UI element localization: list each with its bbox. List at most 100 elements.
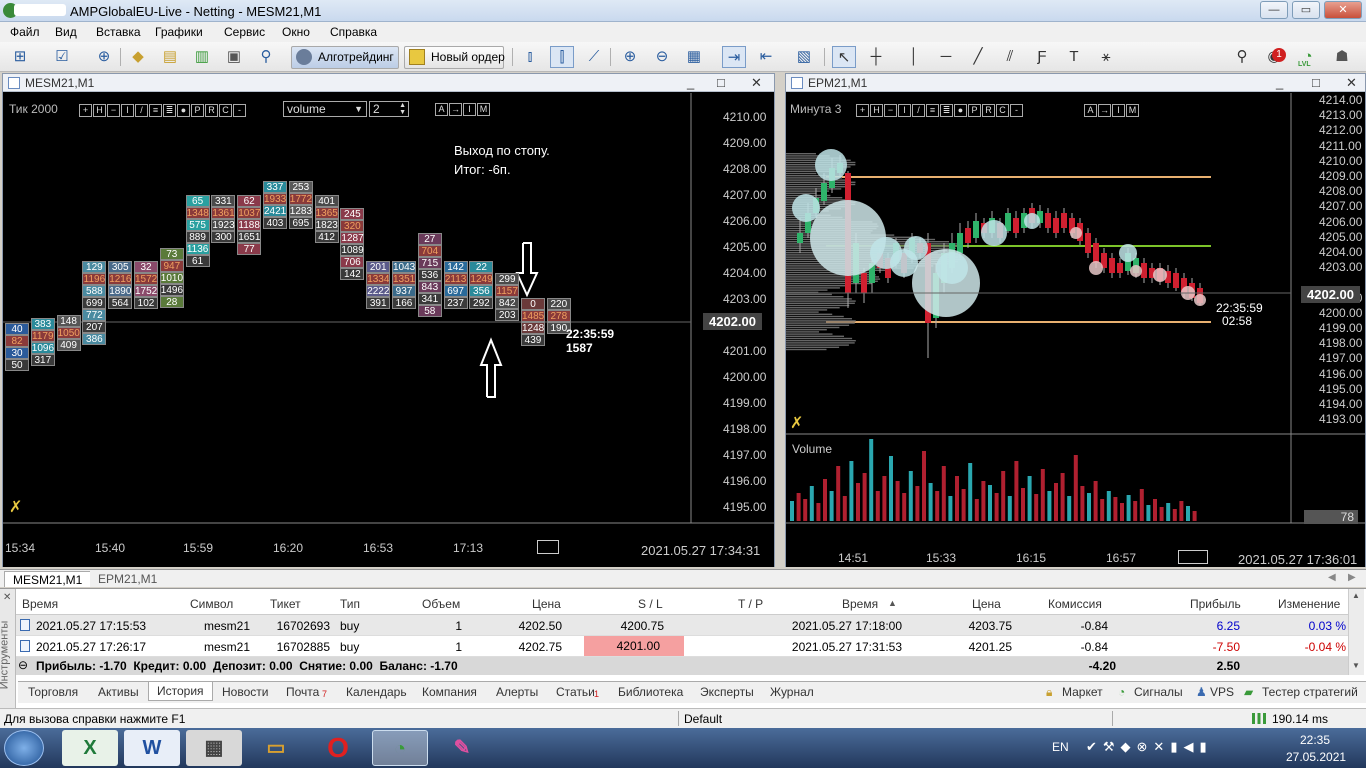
chart-shift-icon[interactable]: ⇤: [754, 46, 778, 68]
pb-minus-icon[interactable]: −: [884, 104, 897, 117]
metatrader-icon[interactable]: ◔: [372, 730, 428, 766]
tab-alerts[interactable]: Алерты: [496, 685, 538, 699]
opera-icon[interactable]: O: [310, 730, 366, 766]
crosshair-icon[interactable]: ┼: [864, 46, 888, 68]
col-close-price[interactable]: Цена: [972, 597, 1001, 611]
table-scrollbar[interactable]: ▲ ▼: [1348, 589, 1364, 675]
close-button[interactable]: ✕: [1324, 1, 1362, 19]
crossed-tools-icon[interactable]: ✗: [790, 413, 803, 433]
tool-i-icon[interactable]: I: [1112, 104, 1125, 117]
text-icon[interactable]: T: [1062, 46, 1086, 68]
clock-time[interactable]: 22:35: [1300, 733, 1330, 747]
market-watch-icon[interactable]: ⊕: [92, 46, 116, 68]
link-signals[interactable]: Сигналы: [1134, 685, 1183, 699]
calculator-icon[interactable]: ▦: [186, 730, 242, 766]
tab-news[interactable]: Новости: [222, 685, 268, 699]
status-profile[interactable]: Default: [684, 712, 722, 726]
link-market[interactable]: Маркет: [1062, 685, 1103, 699]
right-minimize-button[interactable]: _: [1276, 75, 1283, 90]
pb-slash-icon[interactable]: /: [912, 104, 925, 117]
scroll-down-icon[interactable]: ▼: [1352, 661, 1360, 670]
right-maximize-button[interactable]: □: [1312, 75, 1320, 90]
tab-calendar[interactable]: Календарь: [346, 685, 407, 699]
bar-chart-icon[interactable]: ⫾: [518, 46, 542, 68]
tool-a-icon[interactable]: A: [1084, 104, 1097, 117]
pb-r-icon[interactable]: R: [982, 104, 995, 117]
col-volume[interactable]: Объем: [422, 597, 460, 611]
menu-insert[interactable]: Вставка: [96, 25, 141, 39]
tabs-right-arrow-icon[interactable]: ▶: [1348, 572, 1356, 583]
toolbox-close-icon[interactable]: ✕: [3, 592, 11, 603]
excel-icon[interactable]: X: [62, 730, 118, 766]
tab-company[interactable]: Компания: [422, 685, 477, 699]
start-button[interactable]: [4, 730, 44, 766]
menu-help[interactable]: Справка: [330, 25, 377, 39]
word-icon[interactable]: W: [124, 730, 180, 766]
col-profit[interactable]: Прибыль: [1190, 597, 1241, 611]
pb-i-icon[interactable]: I: [898, 104, 911, 117]
search-icon-tb[interactable]: ⚲: [254, 46, 278, 68]
pb-c-icon[interactable]: C: [996, 104, 1009, 117]
clock-date[interactable]: 27.05.2021: [1286, 750, 1346, 764]
left-chart-area[interactable]: Тик 2000 + H − I / ≡ ≣ ● P R C - volume ▼ 2 ▲ ▼ A → I M…: [3, 93, 774, 567]
templates-icon[interactable]: ▧: [792, 46, 816, 68]
channels-icon[interactable]: ⫽: [998, 46, 1022, 68]
tab-library[interactable]: Библиотека: [618, 685, 683, 699]
minimize-button[interactable]: —: [1260, 1, 1288, 19]
autoscroll-icon[interactable]: ⇥: [722, 46, 746, 68]
tab-mail[interactable]: Почта: [286, 685, 319, 699]
tab-mesm21[interactable]: MESM21,M1: [4, 571, 92, 587]
paint-icon[interactable]: ✎: [434, 730, 490, 766]
shapes-icon[interactable]: ⚹: [1094, 46, 1118, 68]
new-order-button[interactable]: Новый ордер: [404, 46, 505, 69]
explorer-icon[interactable]: ▭: [248, 730, 304, 766]
menu-window[interactable]: Окно: [282, 25, 310, 39]
data-window-icon[interactable]: ▤: [158, 46, 182, 68]
link-vps[interactable]: VPS: [1210, 685, 1234, 699]
restore-button[interactable]: ▭: [1292, 1, 1320, 19]
tool-arrow-icon[interactable]: →: [1098, 104, 1111, 117]
left-minimize-button[interactable]: _: [687, 75, 694, 90]
algo-trading-button[interactable]: Алготрейдинг: [291, 46, 399, 69]
pb-plus-icon[interactable]: +: [856, 104, 869, 117]
table-row[interactable]: 2021.05.27 17:26:17 mesm21 16702885 buy 1 420…: [16, 636, 1348, 657]
col-ticket[interactable]: Тикет: [270, 597, 301, 611]
language-indicator[interactable]: EN: [1052, 740, 1069, 754]
horizontal-line-icon[interactable]: ─: [934, 46, 958, 68]
left-close-button[interactable]: ✕: [751, 75, 762, 91]
vertical-line-icon[interactable]: │: [902, 46, 926, 68]
col-close-time[interactable]: Время: [842, 597, 878, 611]
tab-assets[interactable]: Активы: [98, 685, 139, 699]
table-row[interactable]: 2021.05.27 17:15:53 mesm21 16702693 buy 1 420…: [16, 615, 1348, 636]
zoom-out-icon[interactable]: ⊖: [650, 46, 674, 68]
tab-experts[interactable]: Эксперты: [700, 685, 754, 699]
tool-m-icon[interactable]: M: [1126, 104, 1139, 117]
tab-history[interactable]: История: [148, 682, 213, 701]
zoom-in-icon[interactable]: ⊕: [618, 46, 642, 68]
candle-chart-icon[interactable]: ⫿: [550, 46, 574, 68]
col-commission[interactable]: Комиссия: [1048, 597, 1102, 611]
col-change[interactable]: Изменение: [1278, 597, 1340, 611]
tab-trade[interactable]: Торговля: [28, 685, 78, 699]
link-tester[interactable]: Тестер стратегий: [1262, 685, 1358, 699]
tray-icons[interactable]: ✔⚒◆⊗✕▮◀▮: [1086, 739, 1213, 755]
community-icon[interactable]: ☗: [1330, 46, 1354, 68]
navigator-icon[interactable]: ◆: [126, 46, 150, 68]
pb-h-icon[interactable]: H: [870, 104, 883, 117]
tab-epm21[interactable]: EPM21,M1: [90, 571, 166, 587]
tabs-left-arrow-icon[interactable]: ◀: [1328, 572, 1336, 583]
strategy-icon[interactable]: ▥: [190, 46, 214, 68]
pb-dash-icon[interactable]: -: [1010, 104, 1023, 117]
col-type[interactable]: Тип: [340, 597, 360, 611]
tab-journal[interactable]: Журнал: [770, 685, 814, 699]
crossed-tools-icon[interactable]: ✗: [9, 497, 22, 517]
menu-charts[interactable]: Графики: [155, 25, 203, 39]
pb-list-icon[interactable]: ≣: [940, 104, 953, 117]
collapse-icon[interactable]: ⊖: [18, 658, 28, 672]
left-maximize-button[interactable]: □: [717, 75, 725, 90]
right-chart-area[interactable]: Минута 3 + H − I / ≡ ≣ ● P R C - A → I M 4214.00 4213.0…: [786, 93, 1365, 567]
terminal-icon[interactable]: ▣: [222, 46, 246, 68]
col-symbol[interactable]: Символ: [190, 597, 233, 611]
new-chart-icon[interactable]: ⊞: [8, 46, 32, 68]
menu-view[interactable]: Вид: [55, 25, 77, 39]
